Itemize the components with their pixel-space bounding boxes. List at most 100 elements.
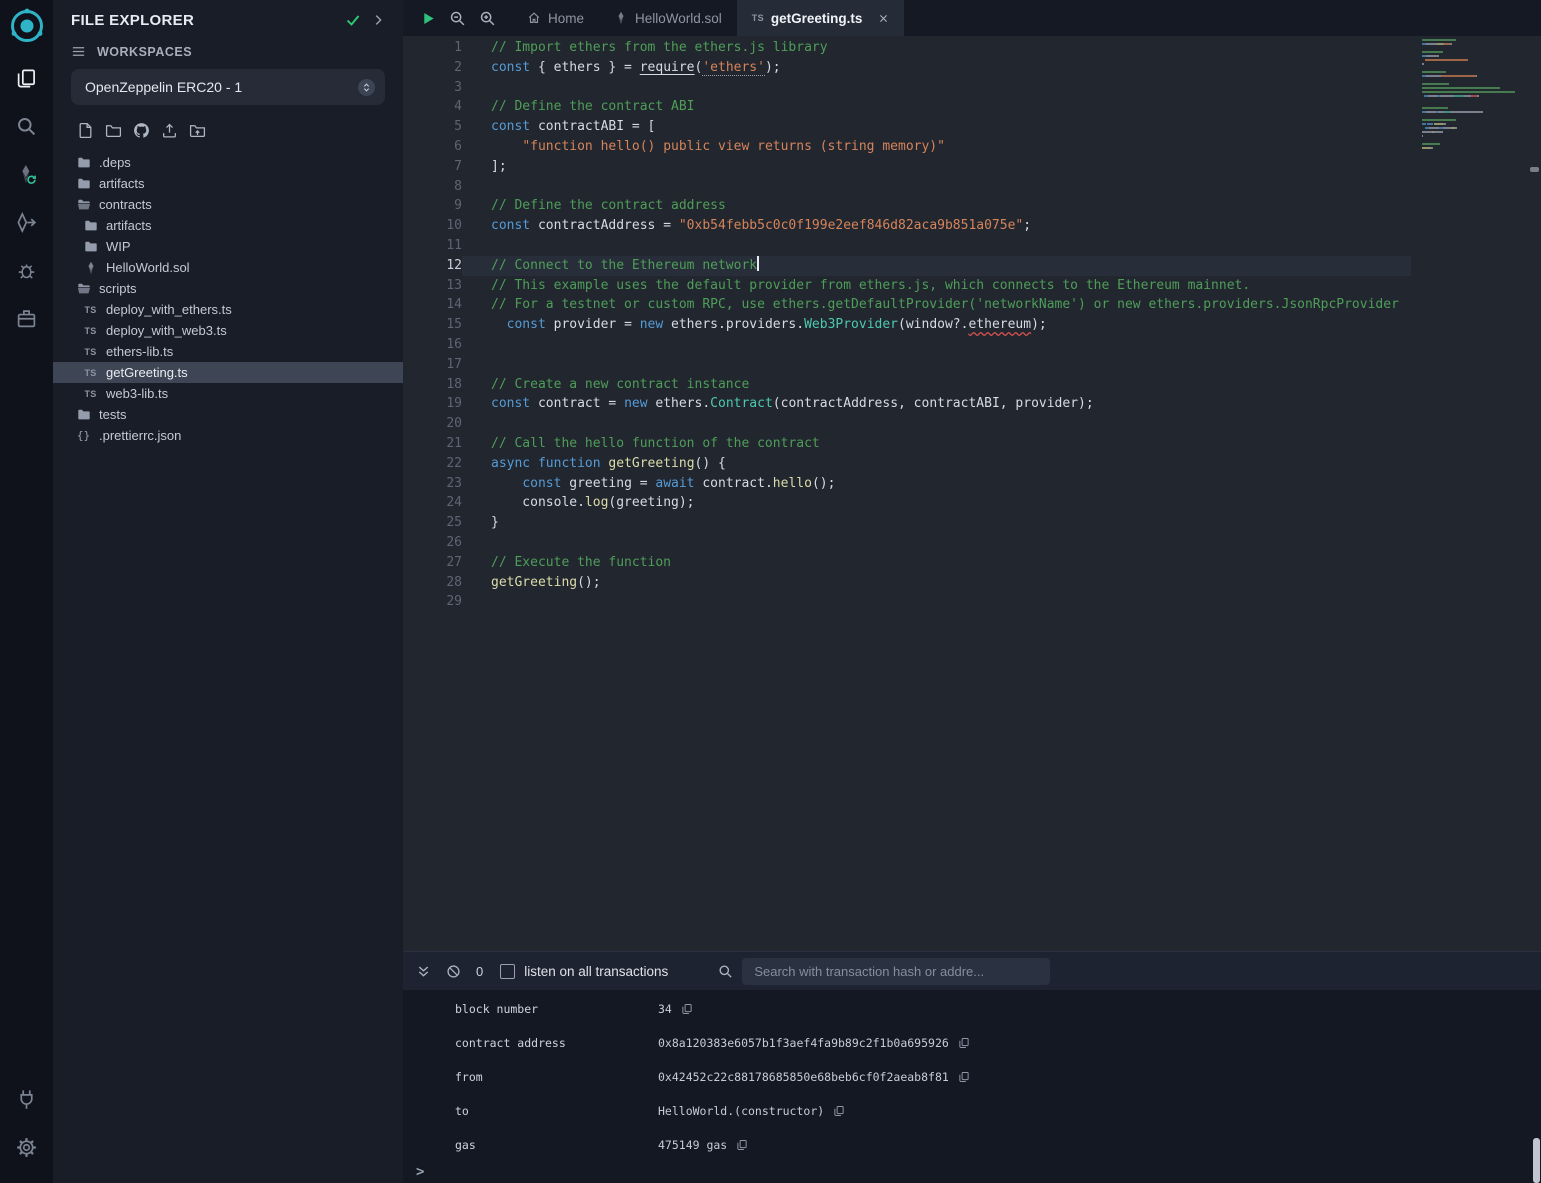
code-line[interactable]: 20 xyxy=(403,414,1411,434)
check-icon[interactable] xyxy=(345,12,361,28)
settings-icon[interactable] xyxy=(0,1123,53,1171)
tab-getgreeting-ts[interactable]: TSgetGreeting.ts xyxy=(737,0,905,36)
tree-item[interactable]: scripts xyxy=(53,278,403,299)
line-number: 8 xyxy=(403,177,462,197)
tabs: HomeHelloWorld.solTSgetGreeting.ts xyxy=(512,0,904,36)
code-line[interactable]: 18// Create a new contract instance xyxy=(403,375,1411,395)
tree-item[interactable]: WIP xyxy=(53,236,403,257)
code-editor[interactable]: 1// Import ethers from the ethers.js lib… xyxy=(403,36,1541,951)
tree-item[interactable]: contracts xyxy=(53,194,403,215)
copy-icon[interactable] xyxy=(833,1105,845,1117)
close-tab-icon[interactable] xyxy=(878,13,889,24)
clear-console-icon[interactable] xyxy=(446,964,461,979)
hamburger-icon[interactable] xyxy=(71,44,86,59)
code-line[interactable]: 1// Import ethers from the ethers.js lib… xyxy=(403,38,1411,58)
code-line[interactable]: 2const { ethers } = require('ethers'); xyxy=(403,58,1411,78)
copy-icon[interactable] xyxy=(958,1037,970,1049)
code-line[interactable]: 15 const provider = new ethers.providers… xyxy=(403,315,1411,335)
deploy-run-icon[interactable] xyxy=(0,198,53,246)
terminal-panel: 0 listen on all transactions block numbe… xyxy=(403,951,1541,1183)
tree-item[interactable]: TSdeploy_with_web3.ts xyxy=(53,320,403,341)
upload-folder-icon[interactable] xyxy=(189,122,206,139)
listen-all-transactions-checkbox[interactable] xyxy=(500,964,515,979)
copy-icon[interactable] xyxy=(736,1139,748,1151)
tree-item[interactable]: TSdeploy_with_ethers.ts xyxy=(53,299,403,320)
terminal-prompt[interactable]: > xyxy=(416,1164,424,1180)
new-file-icon[interactable] xyxy=(77,122,94,139)
plugins-icon[interactable] xyxy=(0,294,53,342)
tree-item-label: getGreeting.ts xyxy=(106,365,188,380)
line-content: // Import ethers from the ethers.js libr… xyxy=(462,38,1411,58)
code-line[interactable]: 27// Execute the function xyxy=(403,553,1411,573)
tree-item-label: artifacts xyxy=(99,176,145,191)
line-number: 9 xyxy=(403,196,462,216)
github-icon[interactable] xyxy=(133,122,150,139)
file-explorer-panel: FILE EXPLORER WORKSPACES OpenZeppelin ER… xyxy=(53,0,403,1183)
line-number: 14 xyxy=(403,295,462,315)
transaction-search-input[interactable] xyxy=(742,958,1050,985)
code-line[interactable]: 6 "function hello() public view returns … xyxy=(403,137,1411,157)
transaction-detail-row: gas475149 gas xyxy=(403,1128,1541,1162)
tree-item[interactable]: tests xyxy=(53,404,403,425)
upload-file-icon[interactable] xyxy=(161,122,178,139)
remix-logo[interactable] xyxy=(7,6,47,46)
folder-icon xyxy=(75,156,92,170)
plugin-manager-icon[interactable] xyxy=(0,1075,53,1123)
tree-item[interactable]: TSgetGreeting.ts xyxy=(53,362,403,383)
file-explorer-icon[interactable] xyxy=(0,54,53,102)
copy-icon[interactable] xyxy=(958,1071,970,1083)
tree-item[interactable]: TSethers-lib.ts xyxy=(53,341,403,362)
debugger-icon[interactable] xyxy=(0,246,53,294)
tree-item[interactable]: {}.prettierrc.json xyxy=(53,425,403,446)
tab-home[interactable]: Home xyxy=(512,0,599,36)
copy-icon[interactable] xyxy=(681,1003,693,1015)
minimap[interactable] xyxy=(1422,39,1528,155)
tree-item[interactable]: .deps xyxy=(53,152,403,173)
search-icon[interactable] xyxy=(0,102,53,150)
chevron-right-icon[interactable] xyxy=(371,13,385,27)
zoom-out-icon[interactable] xyxy=(449,10,466,27)
tree-item[interactable]: HelloWorld.sol xyxy=(53,257,403,278)
line-number: 22 xyxy=(403,454,462,474)
collapse-terminal-icon[interactable] xyxy=(416,964,431,979)
code-line[interactable]: 17 xyxy=(403,355,1411,375)
tree-item[interactable]: artifacts xyxy=(53,215,403,236)
editor-scrollbar-thumb[interactable] xyxy=(1530,167,1539,172)
code-line[interactable]: 13// This example uses the default provi… xyxy=(403,276,1411,296)
code-line[interactable]: 3 xyxy=(403,78,1411,98)
workspace-dropdown-caret-icon[interactable] xyxy=(358,79,375,96)
code-line[interactable]: 21// Call the hello function of the cont… xyxy=(403,434,1411,454)
tree-item-label: deploy_with_web3.ts xyxy=(106,323,227,338)
new-folder-icon[interactable] xyxy=(105,122,122,139)
code-line[interactable]: 7]; xyxy=(403,157,1411,177)
tx-detail-value: 475149 gas xyxy=(658,1138,727,1152)
code-line[interactable]: 22async function getGreeting() { xyxy=(403,454,1411,474)
line-content: // Define the contract ABI xyxy=(462,97,1411,117)
code-line[interactable]: 23 const greeting = await contract.hello… xyxy=(403,474,1411,494)
code-line[interactable]: 16 xyxy=(403,335,1411,355)
workspace-dropdown[interactable]: OpenZeppelin ERC20 - 1 xyxy=(71,69,385,105)
code-line[interactable]: 24 console.log(greeting); xyxy=(403,493,1411,513)
solidity-compiler-icon[interactable] xyxy=(0,150,53,198)
code-line[interactable]: 8 xyxy=(403,177,1411,197)
code-line[interactable]: 26 xyxy=(403,533,1411,553)
code-line[interactable]: 29 xyxy=(403,592,1411,612)
code-line[interactable]: 14// For a testnet or custom RPC, use et… xyxy=(403,295,1411,315)
code-line[interactable]: 4// Define the contract ABI xyxy=(403,97,1411,117)
code-line[interactable]: 9// Define the contract address xyxy=(403,196,1411,216)
editor-scrollbar[interactable] xyxy=(1528,36,1541,951)
tab-helloworld-sol[interactable]: HelloWorld.sol xyxy=(599,0,737,36)
code-line[interactable]: 25} xyxy=(403,513,1411,533)
file-explorer-header: FILE EXPLORER xyxy=(53,0,403,40)
tree-item[interactable]: artifacts xyxy=(53,173,403,194)
tree-item[interactable]: TSweb3-lib.ts xyxy=(53,383,403,404)
code-line[interactable]: 12// Connect to the Ethereum network xyxy=(403,256,1411,276)
code-line[interactable]: 5const contractABI = [ xyxy=(403,117,1411,137)
code-line[interactable]: 28getGreeting(); xyxy=(403,573,1411,593)
code-line[interactable]: 10const contractAddress = "0xb54febb5c0c… xyxy=(403,216,1411,236)
code-line[interactable]: 11 xyxy=(403,236,1411,256)
run-button[interactable] xyxy=(421,11,436,26)
terminal-scrollbar-thumb[interactable] xyxy=(1533,1138,1540,1183)
code-line[interactable]: 19const contract = new ethers.Contract(c… xyxy=(403,394,1411,414)
zoom-in-icon[interactable] xyxy=(479,10,496,27)
